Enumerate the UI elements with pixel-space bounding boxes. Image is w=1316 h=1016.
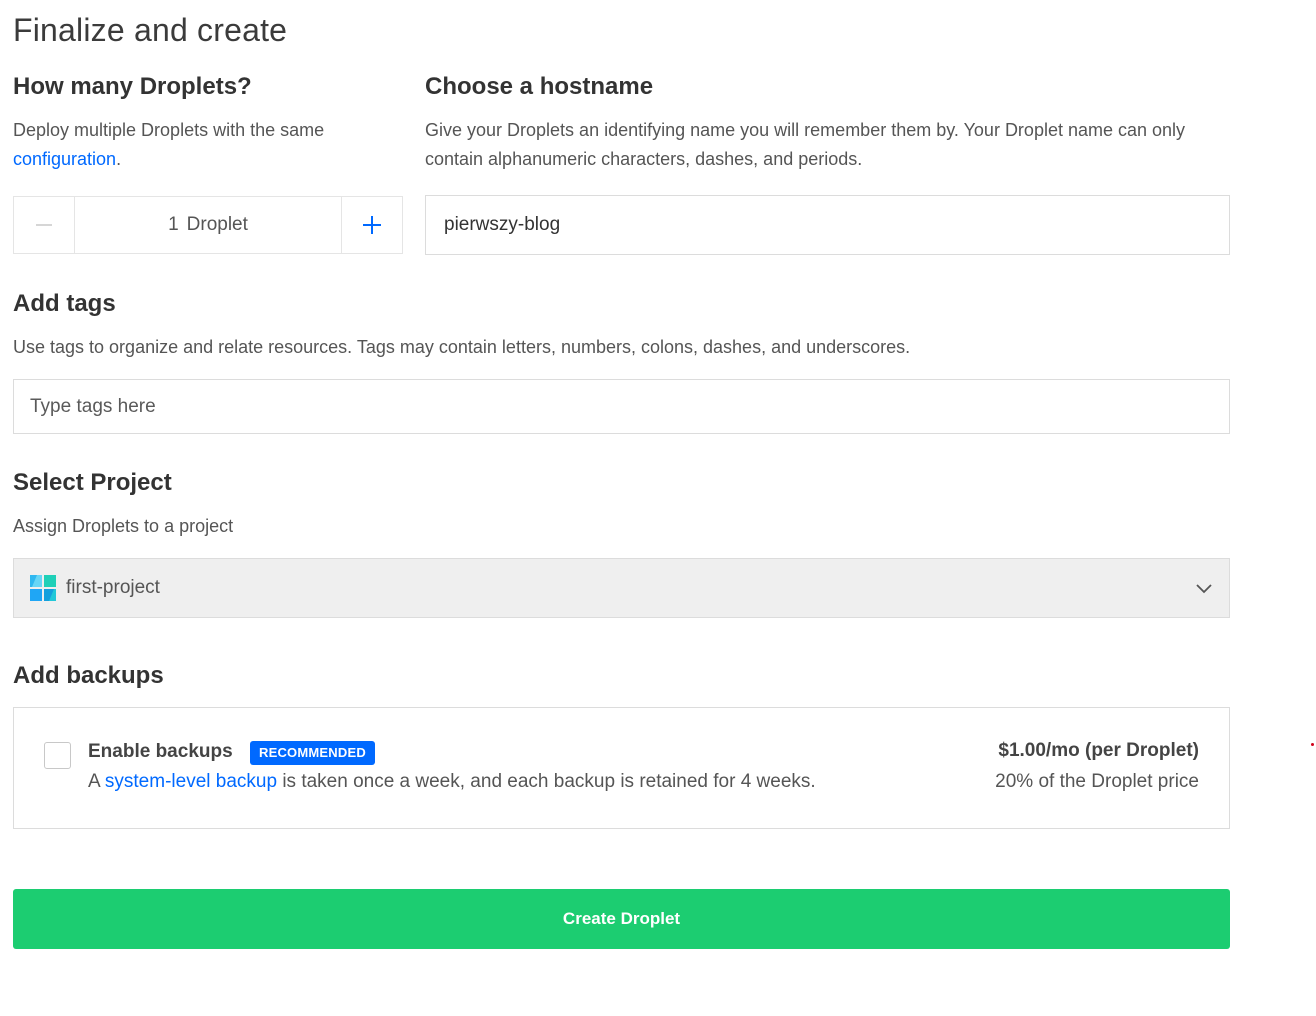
backups-title: Add backups	[13, 662, 164, 689]
finalize-create-page: Finalize and create How many Droplets? D…	[0, 0, 1316, 1016]
decrement-button[interactable]	[14, 197, 75, 253]
plus-icon	[363, 216, 381, 234]
backups-description: A system-level backup is taken once a we…	[88, 771, 816, 793]
enable-backups-label[interactable]: Enable backups	[88, 741, 233, 763]
configuration-link[interactable]: configuration	[13, 149, 116, 169]
minus-icon	[36, 224, 52, 226]
droplet-count-desc-period: .	[116, 149, 122, 169]
droplet-count-title: How many Droplets?	[13, 73, 252, 100]
droplet-count-desc-text: Deploy multiple Droplets with the same	[13, 120, 325, 140]
increment-button[interactable]	[341, 197, 402, 253]
stray-marker	[1311, 743, 1314, 746]
droplet-quantity-unit: Droplet	[186, 214, 248, 235]
backup-price-note: 20% of the Droplet price	[995, 771, 1199, 792]
page-title: Finalize and create	[13, 12, 288, 48]
hostname-description: Give your Droplets an identifying name y…	[425, 120, 1186, 169]
project-title: Select Project	[13, 469, 172, 496]
backups-desc-suffix: is taken once a week, and each backup is…	[282, 771, 816, 792]
project-description: Assign Droplets to a project	[13, 516, 234, 536]
create-droplet-button[interactable]: Create Droplet	[13, 889, 1230, 949]
droplet-quantity-stepper: 1 Droplet	[13, 196, 403, 254]
droplet-quantity-display: 1 Droplet	[75, 197, 341, 253]
enable-backups-checkbox[interactable]	[44, 742, 71, 769]
project-select[interactable]: first-project	[13, 558, 1230, 618]
backups-desc-prefix: A	[88, 771, 100, 792]
hostname-title: Choose a hostname	[425, 73, 654, 100]
project-icon	[30, 575, 56, 601]
system-level-backup-link[interactable]: system-level backup	[105, 771, 277, 792]
droplet-quantity-value: 1	[168, 214, 179, 235]
backup-price: $1.00/mo (per Droplet)	[998, 740, 1199, 761]
recommended-badge: RECOMMENDED	[250, 741, 375, 765]
project-selected-value: first-project	[66, 577, 160, 598]
tags-description: Use tags to organize and relate resource…	[13, 337, 911, 357]
chevron-down-icon	[1196, 584, 1212, 594]
tags-input[interactable]	[13, 379, 1230, 434]
backups-option-card: Enable backups RECOMMENDED A system-leve…	[13, 707, 1230, 829]
tags-title: Add tags	[13, 290, 116, 317]
hostname-input[interactable]	[425, 195, 1230, 255]
droplet-count-description: Deploy multiple Droplets with the same c…	[13, 116, 393, 174]
